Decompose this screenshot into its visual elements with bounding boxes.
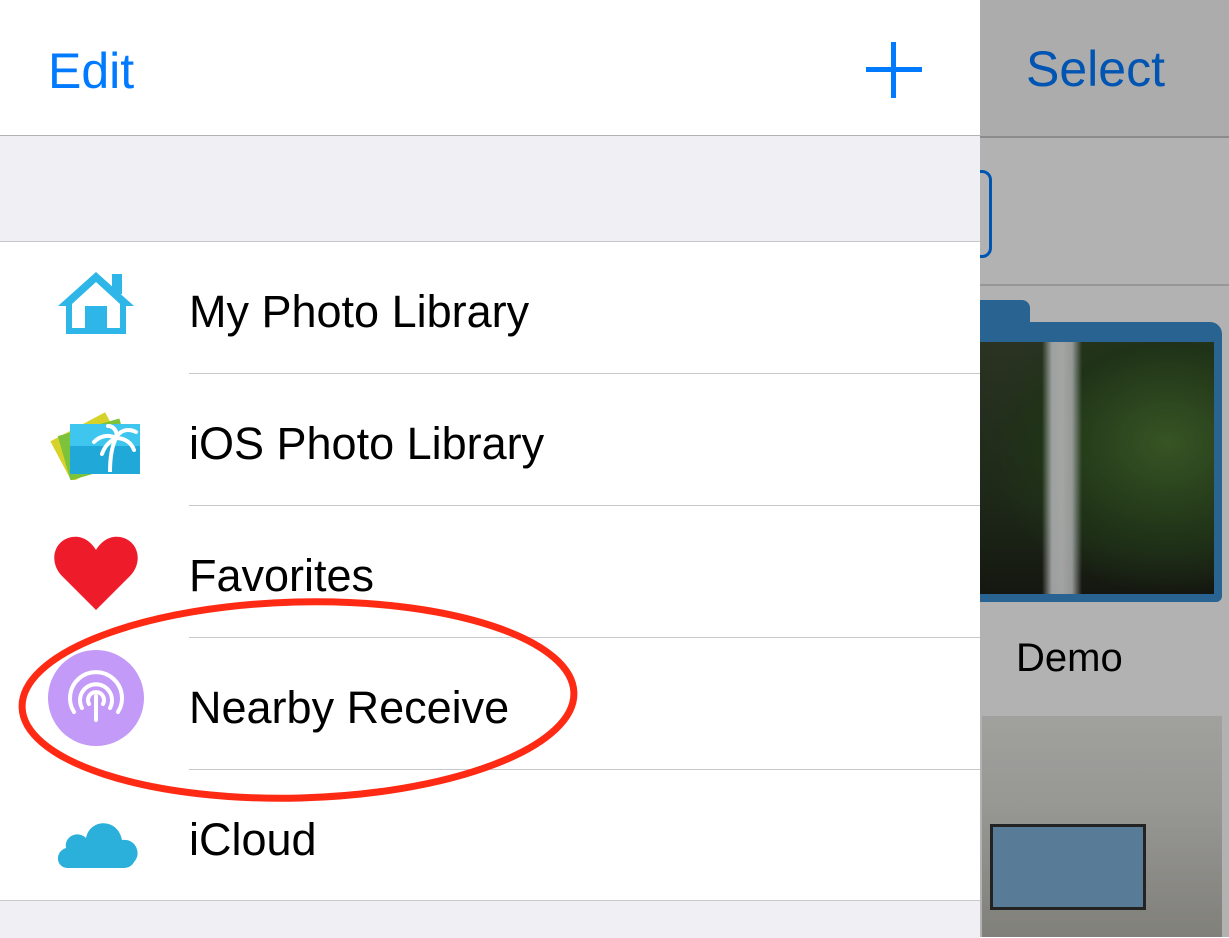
menu-item-nearby-receive[interactable]: Nearby Receive (0, 638, 980, 770)
photos-app-icon (48, 400, 144, 482)
menu-item-ios-photo-library[interactable]: iOS Photo Library (0, 374, 980, 506)
house-icon (48, 268, 144, 348)
sources-drawer: Edit My Photo Library iOS Photo Library … (0, 0, 980, 938)
broadcast-icon (48, 650, 144, 750)
section-header-spacer (0, 136, 980, 242)
dim-overlay[interactable] (980, 0, 1229, 937)
heart-icon (48, 532, 144, 612)
menu-item-icloud[interactable]: iCloud (0, 770, 980, 902)
section-footer-spacer (0, 900, 980, 938)
menu-item-label: iOS Photo Library (189, 418, 545, 469)
menu-item-label: iCloud (189, 814, 317, 865)
plus-vertical-bar (891, 42, 896, 98)
edit-button[interactable]: Edit (48, 42, 134, 100)
drawer-nav-bar: Edit (0, 0, 980, 136)
menu-item-label: Nearby Receive (189, 682, 510, 733)
plus-icon[interactable] (866, 42, 922, 98)
cloud-icon (48, 796, 144, 876)
menu-item-my-photo-library[interactable]: My Photo Library (0, 242, 980, 374)
menu-item-label: My Photo Library (189, 286, 530, 337)
menu-item-label: Favorites (189, 550, 375, 601)
menu-item-favorites[interactable]: Favorites (0, 506, 980, 638)
